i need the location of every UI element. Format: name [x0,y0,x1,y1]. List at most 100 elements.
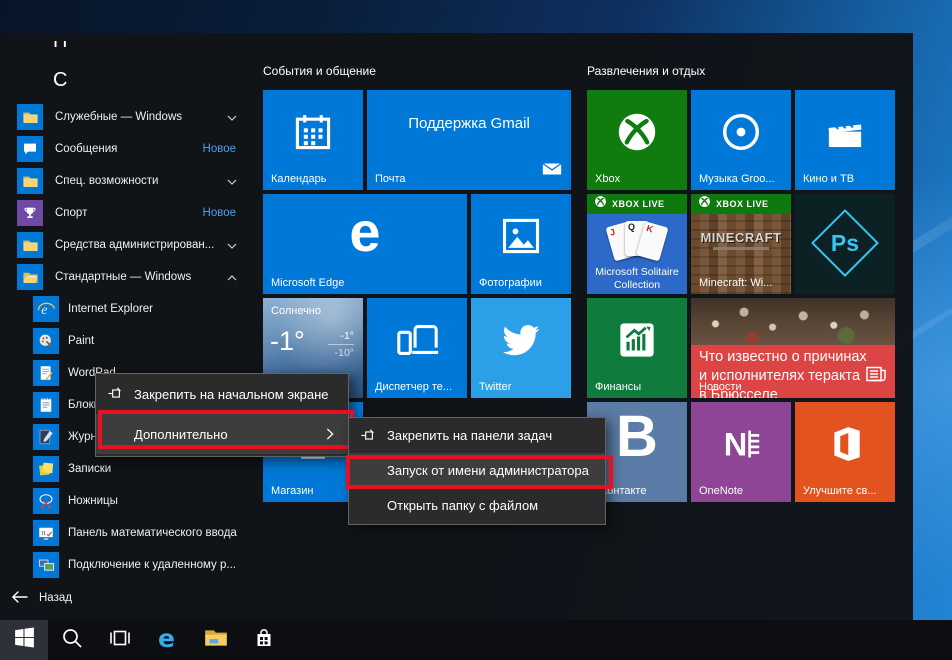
app-label: Спец. возможности [55,175,158,187]
tile-label: Почта [375,173,406,185]
menu-item-label: Закрепить на панели задач [387,428,552,443]
news-icon [864,362,888,391]
start-button[interactable] [0,620,48,660]
tile-phone-companion[interactable]: Диспетчер те... [367,298,467,398]
sidebar-item-sticky-notes[interactable]: Записки [0,453,252,485]
tile-mail[interactable]: Поддержка Gmail Почта [367,90,571,190]
xbox-live-banner: XBOX LIVE [691,194,791,214]
edge-button[interactable]: e [144,620,192,660]
tile-minecraft[interactable]: XBOX LIVEMINECRAFTMinecraft: Wi... [691,194,791,294]
menu-item-open-file-location[interactable]: Открыть папку с файлом [349,488,605,523]
finance-icon [587,298,687,382]
sidebar-item-windows-system[interactable]: Служебные — Windows [0,101,252,133]
alphabet-letter-label: П [53,41,67,53]
tile-twitter[interactable]: Twitter [471,298,571,398]
menu-item-pin-to-start[interactable]: Закрепить на начальном экране [96,374,348,414]
tile-edge[interactable]: eMicrosoft Edge [263,194,467,294]
tile-solitaire[interactable]: XBOX LIVEJQKMicrosoft Solitaire Collecti… [587,194,687,294]
svg-text:e: e [158,624,175,652]
tile-groove-music[interactable]: Музыка Groo... [691,90,791,190]
app-label: Служебные — Windows [55,111,182,123]
menu-item-pin-to-taskbar[interactable]: Закрепить на панели задач [349,418,605,453]
weather-temperature: -1° [270,326,305,357]
sidebar-item-math-input[interactable]: πПанель математического ввода [0,517,252,549]
desktop: П С Служебные — Windows СообщенияНовое Спе… [0,0,952,660]
tile-label: Финансы [595,381,641,393]
sidebar-item-ease-of-access[interactable]: Спец. возможности [0,165,252,197]
pin-icon [107,385,125,403]
tile-live-text: Поддержка Gmail [367,115,571,132]
tile-group: Развлечения и отдыхXboxМузыка Groo...Кин… [587,64,705,90]
xbox-ball-icon [698,195,711,213]
calendar-icon [263,90,363,174]
movies-icon [795,90,895,174]
tile-xbox[interactable]: Xbox [587,90,687,190]
photoshop-logo: Ps [831,230,859,257]
xbox-live-label: XBOX LIVE [716,199,769,209]
tile-office[interactable]: Улучшите св... [795,402,895,502]
store-icon [252,626,276,655]
svg-text:N: N [724,427,748,463]
menu-item-label: Закрепить на начальном экране [134,387,329,402]
journal-icon [33,424,59,450]
tile-label: Улучшите св... [803,485,876,497]
new-badge: Новое [203,143,236,155]
file-explorer-button[interactable] [192,620,240,660]
news-photo [691,298,895,345]
tile-movies-tv[interactable]: Кино и ТВ [795,90,895,190]
weather-hi-lo: -1°-10° [328,330,354,359]
sidebar-item-remote-desktop[interactable]: Подключение к удаленному р... [0,549,252,581]
onenote-icon: N [691,402,791,486]
task-view-button[interactable] [96,620,144,660]
chevron-right-icon [322,426,338,442]
sidebar-item-internet-explorer[interactable]: eInternet Explorer [0,293,252,325]
svg-text:π: π [41,530,46,537]
app-label: Средства администрирован... [55,239,214,251]
start-icon [12,625,37,655]
sidebar-item-accessories[interactable]: Стандартные — Windows [0,261,252,293]
tile-news[interactable]: Что известно о причинах и исполнителях т… [691,298,895,398]
menu-item-more[interactable]: Дополнительно [96,414,348,454]
alphabet-letter[interactable]: С [53,69,67,92]
tile-finance[interactable]: Финансы [587,298,687,398]
store-button[interactable] [240,620,288,660]
minecraft-logo: MINECRAFT [691,230,791,245]
sports-icon [17,200,43,226]
search-icon [60,626,84,655]
sidebar-item-snipping-tool[interactable]: Ножницы [0,485,252,517]
back-arrow-icon [10,587,30,610]
xbox-live-banner: XBOX LIVE [587,194,687,214]
search-button[interactable] [48,620,96,660]
sidebar-item-messaging[interactable]: СообщенияНовое [0,133,252,165]
sidebar-item-sports[interactable]: СпортНовое [0,197,252,229]
app-label: Записки [68,463,111,475]
new-badge: Новое [203,207,236,219]
sidebar-item-paint[interactable]: Paint [0,325,252,357]
sidebar-item-admin-tools[interactable]: Средства администрирован... [0,229,252,261]
photos-icon [471,194,571,278]
tile-onenote[interactable]: NOneNote [691,402,791,502]
mail-icon [541,158,563,185]
remote-desktop-icon [33,552,59,578]
alphabet-letter-clipped[interactable]: П [53,41,67,54]
edge-taskbar-icon: e [154,624,182,657]
app-label: Подключение к удаленному р... [68,559,236,571]
messaging-icon [17,136,43,162]
back-button[interactable]: Назад [10,586,72,610]
tile-label: Фотографии [479,277,542,289]
tile-photoshop-express[interactable]: Ps [795,194,895,294]
tile-calendar[interactable]: Календарь [263,90,363,190]
start-menu: П С Служебные — Windows СообщенияНовое Спе… [0,33,913,620]
menu-item-run-as-admin[interactable]: Запуск от имени администратора [349,453,605,488]
chevron-up-icon [226,271,238,283]
tile-label: Календарь [271,173,327,185]
card-rank: Q [628,222,635,232]
weather-condition: Солнечно [271,305,321,317]
folder-icon [17,168,43,194]
menu-item-label: Дополнительно [134,427,228,442]
edge-logo-icon: e [349,204,380,268]
tile-photos[interactable]: Фотографии [471,194,571,294]
devices-icon [367,298,467,382]
tile-label: Диспетчер те... [375,381,452,393]
wordpad-icon [33,360,59,386]
